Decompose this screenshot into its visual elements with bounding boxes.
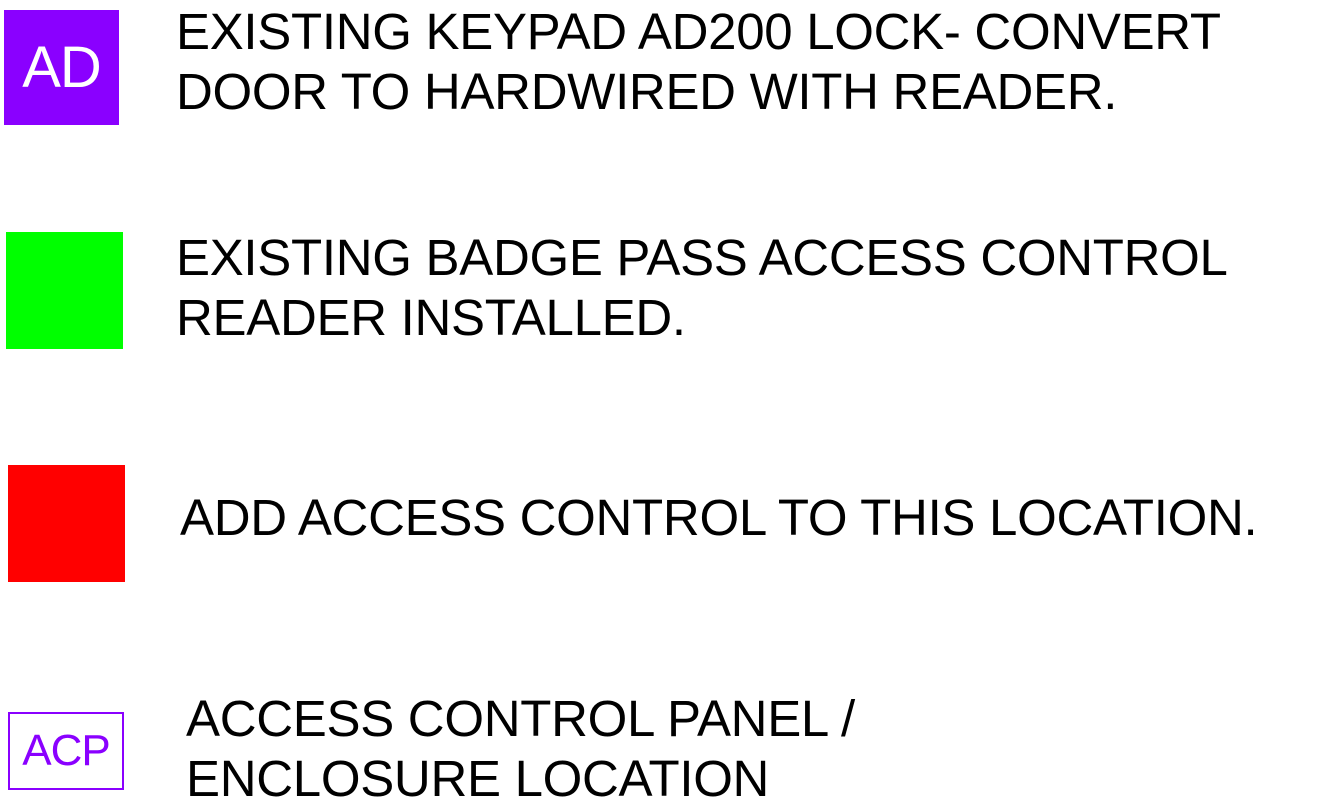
legend-line: DOOR TO HARDWIRED WITH READER.	[176, 63, 1118, 120]
add-access-control-description: ADD ACCESS CONTROL TO THIS LOCATION.	[180, 488, 1258, 548]
legend-line: READER INSTALLED.	[176, 289, 686, 346]
existing-reader-swatch	[6, 232, 123, 349]
legend-line: ACCESS CONTROL PANEL /	[186, 690, 855, 747]
acp-legend-description: ACCESS CONTROL PANEL / ENCLOSURE LOCATION	[186, 689, 855, 809]
legend-line: ENCLOSURE LOCATION	[186, 750, 770, 807]
add-access-control-swatch	[8, 465, 125, 582]
legend-line: EXISTING KEYPAD AD200 LOCK- CONVERT	[176, 3, 1221, 60]
ad-legend-description: EXISTING KEYPAD AD200 LOCK- CONVERT DOOR …	[176, 2, 1221, 122]
existing-reader-description: EXISTING BADGE PASS ACCESS CONTROL READER…	[176, 228, 1228, 348]
legend-line: ADD ACCESS CONTROL TO THIS LOCATION.	[180, 489, 1258, 546]
acp-symbol-label: ACP	[22, 726, 110, 775]
ad-symbol-label: AD	[22, 35, 102, 100]
legend-line: EXISTING BADGE PASS ACCESS CONTROL	[176, 229, 1228, 286]
ad-keypad-symbol: AD	[4, 10, 119, 125]
acp-panel-symbol: ACP	[8, 712, 124, 790]
